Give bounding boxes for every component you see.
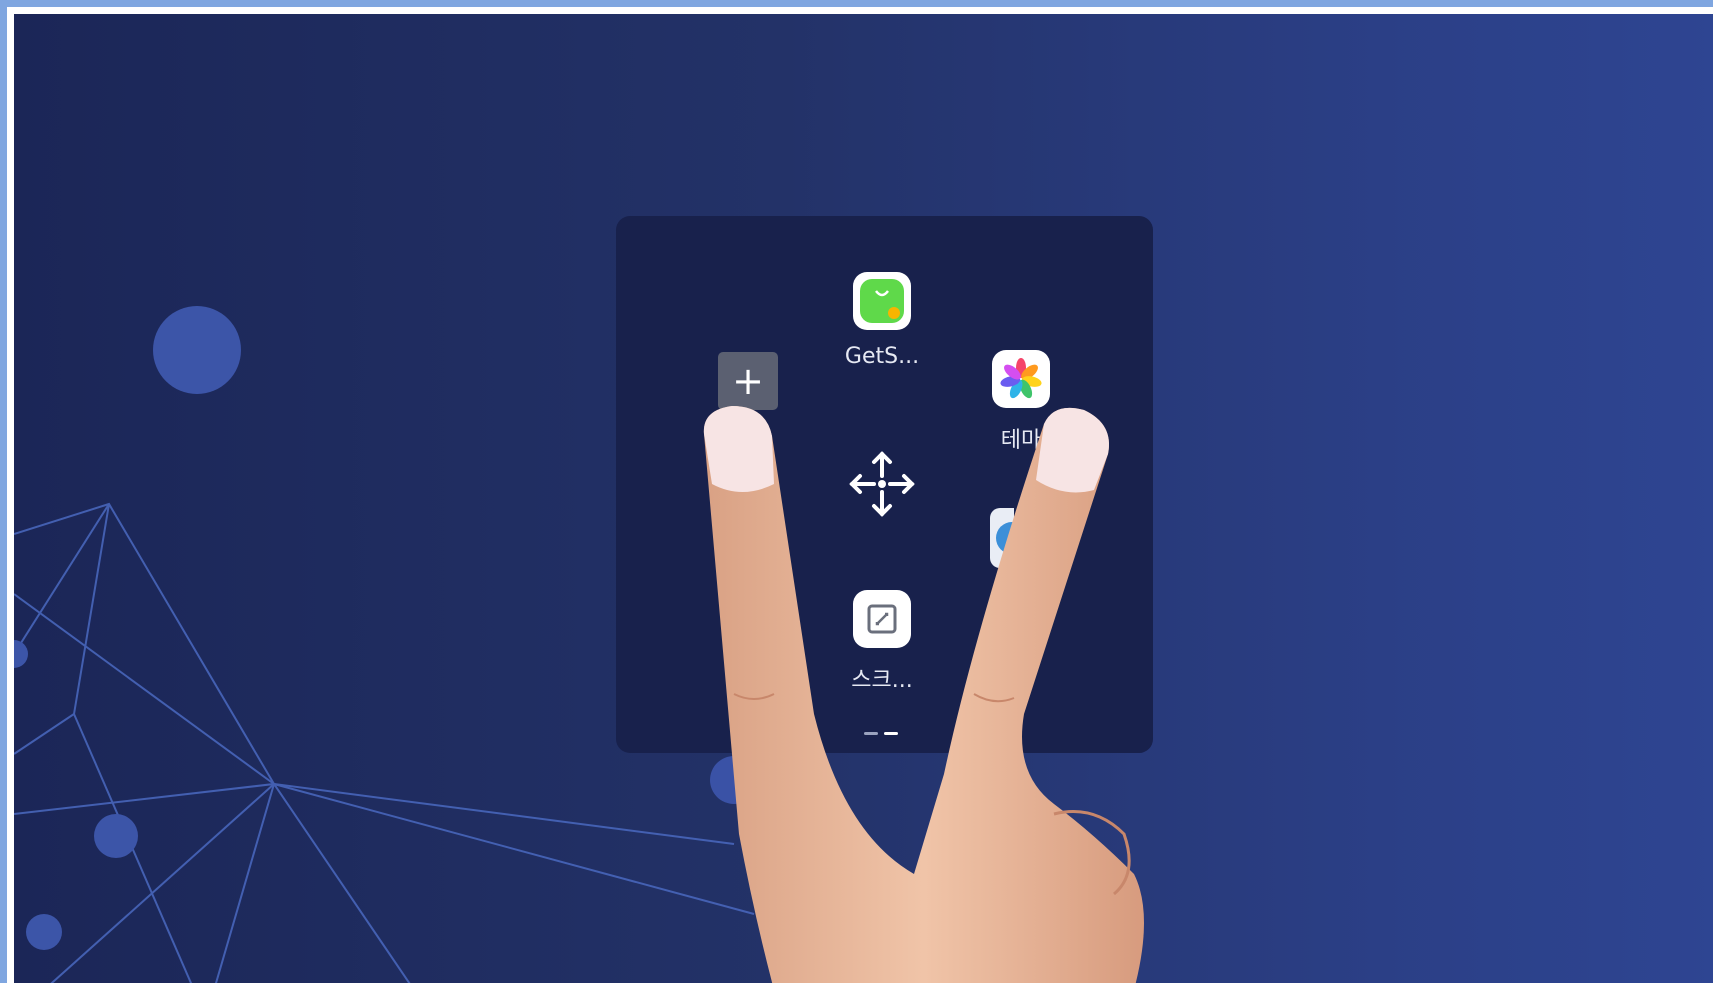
page-dot[interactable]: [864, 732, 878, 735]
partial-app-icon[interactable]: [990, 508, 1014, 568]
app-themes[interactable]: 테마: [966, 350, 1076, 454]
app-label: 테마: [1000, 428, 1042, 453]
plus-icon: +: [732, 359, 764, 403]
app-label: 스크...: [851, 668, 913, 693]
page-indicator: [864, 732, 898, 736]
page-dot-active[interactable]: [884, 732, 898, 735]
app-screenshot[interactable]: 스크...: [827, 590, 937, 694]
app-getsapps[interactable]: GetS...: [827, 272, 937, 369]
move-arrows-icon[interactable]: [844, 446, 920, 522]
theme-flower-icon: [992, 350, 1050, 408]
app-label: GetS...: [844, 344, 920, 369]
add-button[interactable]: +: [718, 352, 778, 410]
promo-background: + GetS... 테마 스크...: [14, 14, 1713, 983]
screenshot-frame: + GetS... 테마 스크...: [0, 0, 1713, 983]
assistant-menu-panel: + GetS... 테마 스크...: [616, 216, 1153, 753]
screenshot-resize-icon: [853, 590, 911, 648]
getsapps-bag-icon: [853, 272, 911, 330]
